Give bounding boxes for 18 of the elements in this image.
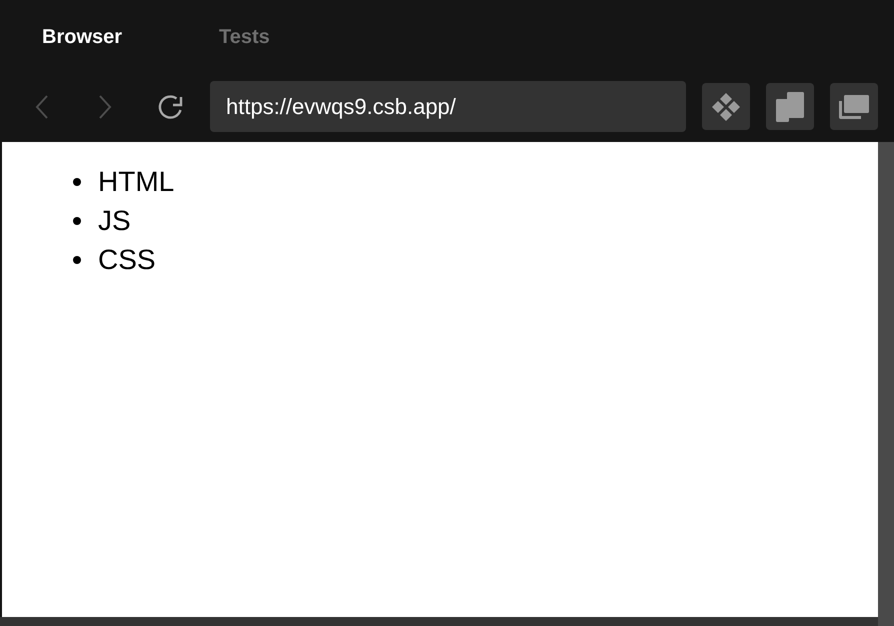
bullet-icon <box>73 178 81 186</box>
horizontal-scrollbar[interactable] <box>0 617 878 626</box>
tab[interactable]: Browser <box>42 25 122 49</box>
toolbar-button[interactable] <box>830 83 878 130</box>
two-panels-icon <box>776 92 804 122</box>
bullet-icon <box>73 216 81 224</box>
list-item: CSS <box>98 242 156 276</box>
four-diamonds-icon <box>710 90 742 122</box>
address-field[interactable]: https://evwqs9.csb.app/ <box>210 81 686 132</box>
bullet-icon <box>73 256 81 264</box>
list-item: HTML <box>98 164 174 198</box>
vertical-scrollbar[interactable] <box>878 142 894 626</box>
stacked-windows-icon <box>839 94 869 118</box>
toolbar-button[interactable] <box>702 83 750 130</box>
tab[interactable]: Tests <box>219 25 270 49</box>
refresh-icon[interactable] <box>157 92 185 120</box>
list-item: JS <box>98 204 131 238</box>
toolbar-button[interactable] <box>766 83 814 130</box>
